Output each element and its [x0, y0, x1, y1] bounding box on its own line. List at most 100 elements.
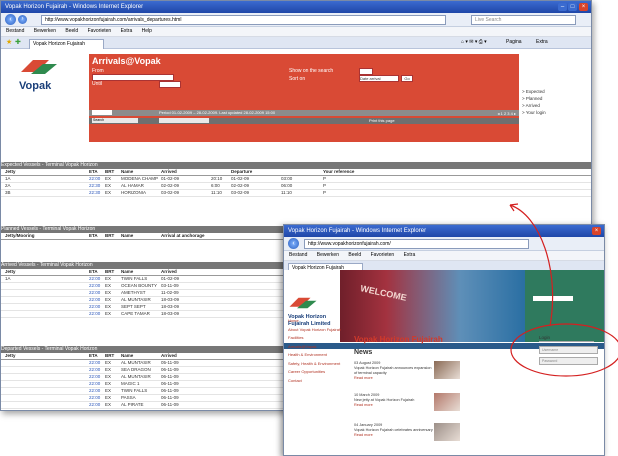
table-cell[interactable]: 22:00: [89, 283, 100, 289]
until-field[interactable]: [159, 81, 181, 88]
column-header[interactable]: ETA: [89, 353, 98, 359]
table-cell[interactable]: 22:30: [89, 183, 100, 189]
print-page-link[interactable]: Print this page: [369, 118, 395, 124]
column-header[interactable]: Arrived: [161, 353, 177, 359]
close-icon[interactable]: ×: [579, 3, 588, 11]
window2-address-bar[interactable]: http://www.vopakhorizonfujairah.com/: [304, 239, 529, 249]
left-nav-item[interactable]: About Vopak Horizon Fujairah: [288, 326, 341, 335]
side-link-planned[interactable]: > Planned: [522, 95, 546, 102]
forward-icon[interactable]: ›: [18, 15, 27, 24]
column-header[interactable]: BRT: [105, 353, 114, 359]
column-header[interactable]: BRT: [105, 169, 114, 175]
table-cell[interactable]: 22:00: [89, 388, 100, 394]
table-cell: 03-02-09: [161, 190, 180, 195]
news-thumbnail[interactable]: [434, 361, 460, 379]
search-small-input[interactable]: [92, 110, 112, 115]
left-nav-item[interactable]: Safety, Health & Environment: [288, 360, 341, 369]
column-header[interactable]: Name: [121, 353, 133, 359]
news-more[interactable]: Read more: [354, 433, 434, 438]
left-nav-item[interactable]: Contact: [288, 377, 341, 386]
search-action-button[interactable]: Search: [92, 118, 138, 123]
table-cell[interactable]: 22:00: [89, 395, 100, 401]
column-header[interactable]: Jetty: [5, 169, 16, 175]
window2-menu-item[interactable]: Extra: [404, 252, 416, 258]
add-favorite-icon[interactable]: ✚: [15, 38, 21, 46]
table-cell: 20:10: [211, 176, 223, 181]
table-cell[interactable]: 22:00: [89, 304, 100, 310]
left-nav-item[interactable]: Health & Environment: [288, 351, 341, 360]
table-cell[interactable]: 22:00: [89, 176, 100, 182]
table-cell[interactable]: 22:00: [89, 276, 100, 282]
login-password-field[interactable]: Password: [539, 357, 598, 365]
column-header[interactable]: Your reference: [323, 169, 354, 175]
column-header[interactable]: Arrived: [161, 169, 177, 175]
from-field[interactable]: [92, 74, 174, 81]
window2-menu-item[interactable]: Beeld: [348, 252, 361, 258]
toolbar-home-icon[interactable]: ⌂ ▾ ✉ ▾ ⎙ ▾: [461, 38, 487, 47]
column-header[interactable]: Jetty: [5, 269, 16, 275]
table-cell[interactable]: 22:00: [89, 297, 100, 303]
show-other-select[interactable]: [359, 68, 373, 75]
column-header[interactable]: Name: [121, 169, 133, 175]
back-icon[interactable]: ‹: [5, 14, 16, 25]
toolbar-page-button[interactable]: Pagina: [506, 38, 522, 47]
table-cell[interactable]: 22:00: [89, 381, 100, 387]
side-link-login[interactable]: > Your login: [522, 109, 546, 116]
column-header[interactable]: BRT: [105, 269, 114, 275]
column-header[interactable]: Jetty/Mooring: [5, 233, 35, 239]
window2-menu-item[interactable]: Bewerken: [317, 252, 339, 258]
news-thumbnail[interactable]: [434, 393, 460, 411]
news-more[interactable]: Read more: [354, 403, 434, 408]
window2-menu-item[interactable]: Bestand: [289, 252, 307, 258]
column-header[interactable]: Departure: [231, 169, 252, 175]
vessel-name-cell: AMETHYST: [121, 290, 146, 295]
column-header[interactable]: Arrived: [161, 269, 177, 275]
table-cell[interactable]: 22:30: [89, 190, 100, 196]
table-cell[interactable]: 22:00: [89, 367, 100, 373]
side-link-expected[interactable]: > Expected: [522, 88, 546, 95]
sort-select[interactable]: Date arrival: [359, 75, 399, 82]
column-header[interactable]: ETA: [89, 169, 98, 175]
news-more[interactable]: Read more: [354, 376, 434, 381]
go-button[interactable]: Go: [401, 75, 413, 82]
menu-item-bewerken[interactable]: Bewerken: [34, 28, 56, 34]
table-cell[interactable]: 22:00: [89, 311, 100, 317]
column-header[interactable]: Name: [121, 269, 133, 275]
side-link-arrived[interactable]: > Arrived: [522, 102, 546, 109]
news-thumbnail[interactable]: [434, 423, 460, 441]
login-username-field[interactable]: Username: [539, 346, 598, 354]
table-cell: 02-02-09: [231, 183, 250, 188]
menu-item-beeld[interactable]: Beeld: [65, 28, 78, 34]
column-header[interactable]: Name: [121, 233, 133, 239]
menu-item-bestand[interactable]: Bestand: [6, 28, 24, 34]
left-nav-item[interactable]: Home: [288, 317, 341, 326]
window1-search-input[interactable]: Live Search: [471, 15, 576, 25]
table-cell[interactable]: 22:00: [89, 374, 100, 380]
window1-address-bar[interactable]: http://www.vopakhorizonfujairah.com/arri…: [41, 15, 446, 25]
filter-field[interactable]: [159, 118, 209, 123]
window2-close-icon[interactable]: ×: [592, 227, 601, 235]
minimize-icon[interactable]: –: [558, 3, 567, 11]
table-cell[interactable]: 22:00: [89, 402, 100, 408]
toolbar-extra-button[interactable]: Extra: [536, 38, 548, 47]
left-nav-item[interactable]: Facilities: [288, 334, 341, 343]
homepage-search-input[interactable]: [533, 296, 573, 301]
column-header[interactable]: Arrival at anchorage: [161, 233, 205, 239]
table-cell[interactable]: 22:00: [89, 290, 100, 296]
pager-icon[interactable]: ◂ 1 2 3 4 ▸: [498, 111, 516, 116]
menu-item-help[interactable]: Help: [142, 28, 152, 34]
column-header[interactable]: ETA: [89, 233, 98, 239]
table-cell[interactable]: 22:00: [89, 360, 100, 366]
window2-back-icon[interactable]: ‹: [288, 238, 299, 249]
vessel-name-cell: AL PIRATE: [121, 402, 144, 407]
column-header[interactable]: BRT: [105, 233, 114, 239]
left-nav-item[interactable]: Arrivals@Vopak: [288, 343, 341, 352]
window2-menu-item[interactable]: Favorieten: [371, 252, 395, 258]
menu-item-favorieten[interactable]: Favorieten: [88, 28, 112, 34]
menu-item-extra[interactable]: Extra: [121, 28, 133, 34]
favorites-star-icon[interactable]: ★: [6, 38, 12, 46]
column-header[interactable]: Jetty: [5, 353, 16, 359]
maximize-icon[interactable]: □: [568, 3, 577, 11]
left-nav-item[interactable]: Career Opportunities: [288, 368, 341, 377]
column-header[interactable]: ETA: [89, 269, 98, 275]
